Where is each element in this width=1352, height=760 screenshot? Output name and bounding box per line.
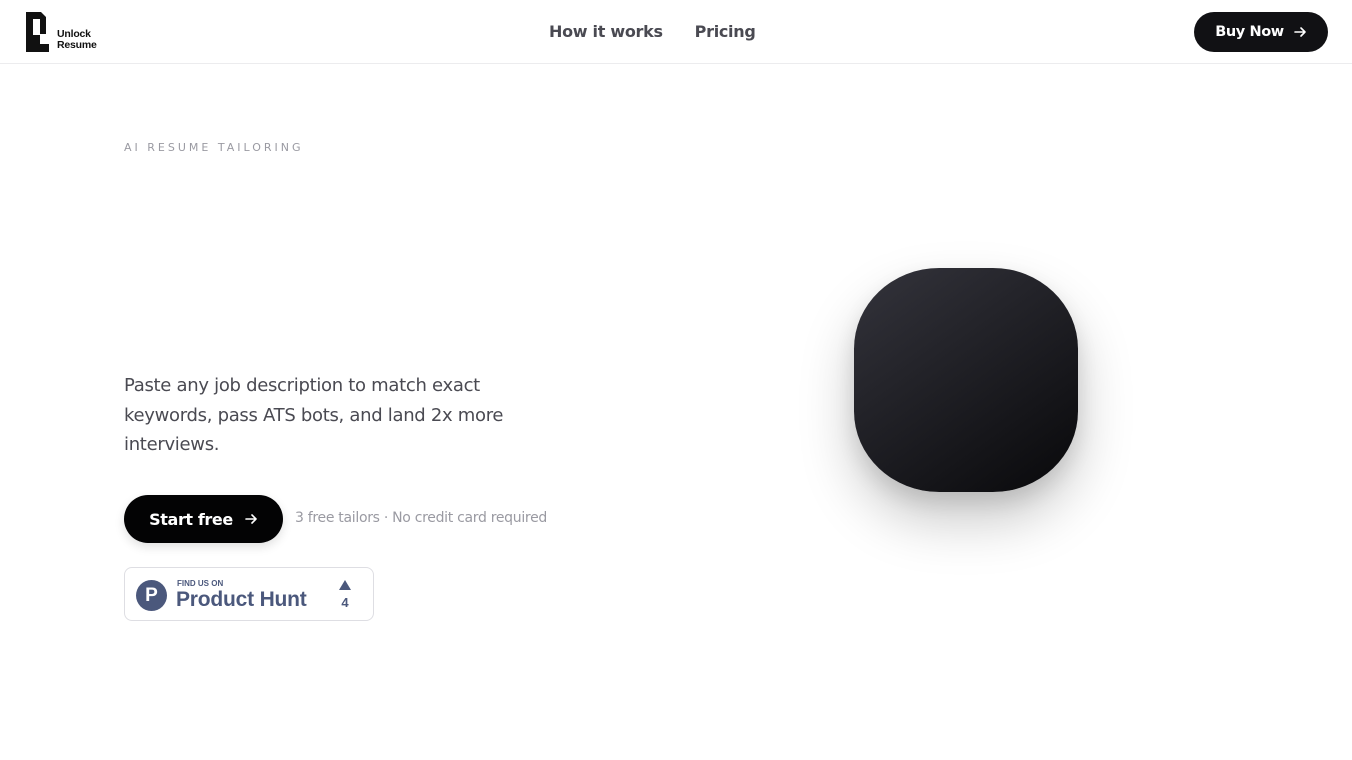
product-hunt-badge[interactable]: P FIND US ON Product Hunt 4 [124,567,374,621]
hero-app-tile-graphic [854,268,1078,492]
product-hunt-logo-icon: P [136,580,167,611]
product-hunt-votes: 4 [333,580,357,610]
arrow-right-icon [1293,27,1306,37]
buy-now-label: Buy Now [1215,24,1284,40]
logo-line-2: Resume [57,39,97,51]
unlock-resume-logo[interactable]: Unlock Resume [26,12,106,52]
main-nav: How it works Pricing [549,0,756,63]
hero-eyebrow: AI RESUME TAILORING [124,141,304,154]
arrow-right-icon [245,514,257,524]
start-free-label: Start free [149,509,233,529]
buy-now-button[interactable]: Buy Now [1194,12,1328,52]
product-hunt-name: Product Hunt [176,588,307,611]
upvote-triangle-icon [339,580,351,590]
site-header: Unlock Resume How it works Pricing Buy N… [0,0,1352,64]
nav-link-how-it-works[interactable]: How it works [549,22,663,41]
cta-note: 3 free tailors · No credit card required [295,510,547,526]
start-free-button[interactable]: Start free [124,495,283,543]
hero-subtitle: Paste any job description to match exact… [124,375,504,455]
product-hunt-find-us: FIND US ON [177,579,224,588]
logo-wordmark: Unlock Resume [57,29,97,51]
logo-mark-icon [26,12,49,52]
product-hunt-vote-count: 4 [341,595,349,610]
nav-link-pricing[interactable]: Pricing [695,22,756,41]
